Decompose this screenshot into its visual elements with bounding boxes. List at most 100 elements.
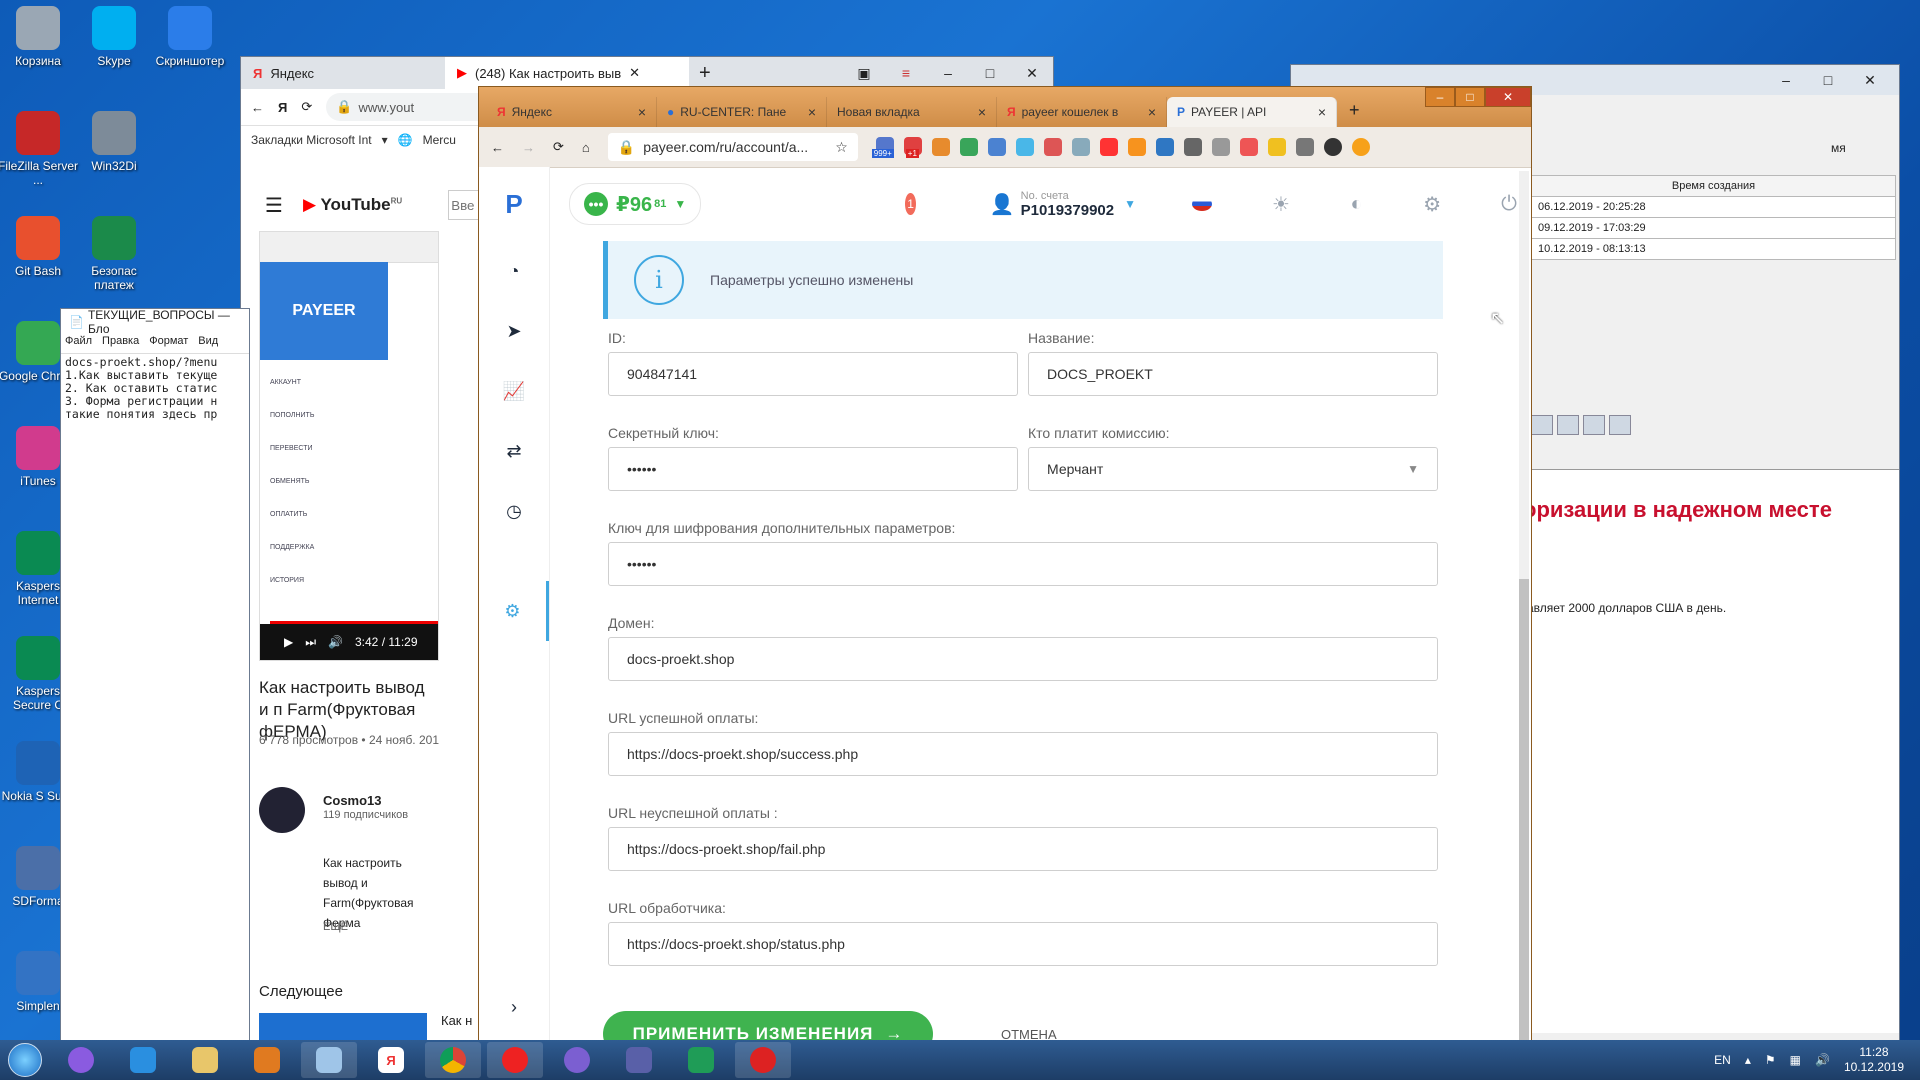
extension-icon[interactable] bbox=[1211, 138, 1230, 156]
taskbar-item[interactable] bbox=[611, 1042, 667, 1078]
maximize-icon[interactable]: □ bbox=[969, 59, 1011, 87]
tab-yandex-2[interactable]: Я Яндекс × bbox=[487, 97, 657, 127]
chart-icon[interactable]: 📈 bbox=[479, 361, 549, 421]
network-icon[interactable]: ▦ bbox=[1790, 1053, 1801, 1067]
new-tab-icon[interactable]: + bbox=[699, 62, 711, 85]
yandex-button-icon[interactable]: Я bbox=[278, 100, 287, 115]
extension-icon[interactable]: ≡ bbox=[885, 59, 927, 87]
alert-icon[interactable] bbox=[1351, 138, 1370, 156]
table-row[interactable]: 10.12.2019 - 08:13:13 bbox=[1531, 238, 1896, 260]
minimize-icon[interactable]: – bbox=[1425, 87, 1455, 107]
more-button[interactable]: ЕЩЁ bbox=[323, 921, 348, 933]
tab-payeer-search[interactable]: Яpayeer кошелек в × bbox=[997, 97, 1167, 127]
tab-ru-center[interactable]: ● RU-CENTER: Пане × bbox=[657, 97, 827, 127]
youtube-logo[interactable]: ▶ YouTubeRU bbox=[303, 195, 402, 215]
balance-widget[interactable]: ••• ₽96 81 ▼ bbox=[569, 183, 702, 225]
extension-icon[interactable] bbox=[1295, 138, 1314, 156]
taskbar-item[interactable] bbox=[735, 1042, 791, 1078]
payeer-browser-window[interactable]: Я Яндекс × ● RU-CENTER: Пане × Новая вкладка… bbox=[478, 86, 1532, 1048]
close-icon[interactable]: ✕ bbox=[1849, 66, 1891, 94]
tab-youtube[interactable]: ▶ (248) Как настроить выв ✕ bbox=[445, 57, 689, 89]
chevron-down-icon[interactable]: ▼ bbox=[1124, 197, 1136, 211]
notepad-menu-item[interactable]: Вид bbox=[198, 335, 218, 353]
start-button[interactable] bbox=[0, 1040, 50, 1080]
flag-tray-icon[interactable]: ⚑ bbox=[1765, 1053, 1776, 1067]
translate-extension-icon[interactable] bbox=[1155, 138, 1174, 156]
volume-icon[interactable]: 🔊 bbox=[1815, 1053, 1830, 1067]
extension-icon[interactable] bbox=[1071, 138, 1090, 156]
cast-icon[interactable]: ▣ bbox=[843, 59, 885, 87]
close-icon[interactable]: ✕ bbox=[1011, 59, 1053, 87]
table-row[interactable]: 09.12.2019 - 17:03:29 bbox=[1531, 217, 1896, 239]
close-tab-icon[interactable]: × bbox=[638, 104, 646, 120]
tab-yandex[interactable]: Я Яндекс bbox=[241, 57, 445, 89]
tray-up-icon[interactable]: ▴ bbox=[1745, 1053, 1751, 1067]
progress-bar[interactable] bbox=[270, 621, 438, 624]
notepad-menu-item[interactable]: Правка bbox=[102, 335, 139, 353]
language-indicator[interactable]: EN bbox=[1714, 1053, 1731, 1067]
close-tab-icon[interactable]: × bbox=[808, 104, 816, 120]
back-icon[interactable]: ← bbox=[491, 140, 504, 155]
maximize-icon[interactable]: □ bbox=[1807, 66, 1849, 94]
next-title[interactable]: Как н bbox=[441, 1013, 472, 1028]
encryption-key-field[interactable]: •••••• bbox=[608, 542, 1438, 586]
pocket-extension-icon[interactable] bbox=[1043, 138, 1062, 156]
dashboard-icon[interactable]: ◔ bbox=[479, 241, 549, 301]
scrollbar-thumb[interactable] bbox=[1519, 579, 1529, 1045]
theme-sun-icon[interactable]: ☀ bbox=[1272, 190, 1290, 218]
success-url-field[interactable]: https://docs-proekt.shop/success.php bbox=[608, 732, 1438, 776]
extension-icon[interactable] bbox=[987, 138, 1006, 156]
handler-url-field[interactable]: https://docs-proekt.shop/status.php bbox=[608, 922, 1438, 966]
expand-chevron-icon[interactable]: › bbox=[479, 977, 549, 1037]
table-row[interactable]: 06.12.2019 - 20:25:28 bbox=[1531, 196, 1896, 218]
close-tab-icon[interactable]: ✕ bbox=[629, 65, 640, 81]
fail-url-field[interactable]: https://docs-proekt.shop/fail.php bbox=[608, 827, 1438, 871]
home-icon[interactable]: ⌂ bbox=[582, 140, 590, 155]
settings-gear-icon[interactable]: ⚙ bbox=[479, 581, 549, 641]
notepad-window[interactable]: 📄 ТЕКУЩИЕ_ВОПРОСЫ — Бло Файл Правка Формат… bbox=[60, 308, 250, 1048]
taskbar-item[interactable] bbox=[239, 1042, 295, 1078]
back-icon[interactable]: ← bbox=[251, 100, 264, 115]
desktop-icon[interactable]: Безопас платеж bbox=[74, 216, 154, 292]
profile-icon[interactable] bbox=[1323, 138, 1342, 156]
reload-icon[interactable]: ⟳ bbox=[553, 139, 564, 155]
notepad-menu-item[interactable]: Файл bbox=[65, 335, 92, 353]
taskbar-item[interactable] bbox=[53, 1042, 109, 1078]
taskbar-item[interactable] bbox=[177, 1042, 233, 1078]
close-tab-icon[interactable]: × bbox=[978, 104, 986, 120]
taskbar-item[interactable] bbox=[115, 1042, 171, 1078]
taskbar-item[interactable]: Я bbox=[363, 1042, 419, 1078]
exchange-icon[interactable]: ⇄ bbox=[479, 421, 549, 481]
cloud-extension-icon[interactable] bbox=[1015, 138, 1034, 156]
tool-icon[interactable] bbox=[1531, 415, 1553, 435]
desktop-icon[interactable]: Git Bash bbox=[0, 216, 78, 278]
id-field[interactable]: 904847141 bbox=[608, 352, 1018, 396]
new-tab-icon[interactable]: + bbox=[1349, 100, 1360, 121]
tab-new[interactable]: Новая вкладка × bbox=[827, 97, 997, 127]
minimize-icon[interactable]: – bbox=[927, 59, 969, 87]
taskbar-item[interactable] bbox=[673, 1042, 729, 1078]
volume-icon[interactable]: 🔊 bbox=[328, 635, 343, 649]
name-field[interactable]: DOCS_PROEKT bbox=[1028, 352, 1438, 396]
reload-icon[interactable]: ⟳ bbox=[301, 99, 312, 115]
bookmark-item[interactable]: Mercu bbox=[423, 133, 456, 147]
bookmark-item[interactable]: Закладки Microsoft Int bbox=[251, 133, 372, 147]
secret-key-field[interactable]: •••••• bbox=[608, 447, 1018, 491]
logout-power-icon[interactable]: ⏻ bbox=[1501, 190, 1517, 218]
extension-icon[interactable] bbox=[1183, 138, 1202, 156]
close-tab-icon[interactable]: × bbox=[1318, 104, 1326, 120]
flag-ru-icon[interactable] bbox=[1192, 190, 1212, 218]
desktop-icon[interactable]: Корзина bbox=[0, 6, 78, 68]
extension-icon[interactable] bbox=[931, 138, 950, 156]
send-icon[interactable]: ➤ bbox=[479, 301, 549, 361]
play-icon[interactable]: ▶ bbox=[284, 635, 293, 649]
notepad-menu-item[interactable]: Формат bbox=[149, 335, 188, 353]
close-tab-icon[interactable]: × bbox=[1148, 104, 1156, 120]
rss-extension-icon[interactable] bbox=[1127, 138, 1146, 156]
taskbar-item[interactable] bbox=[487, 1042, 543, 1078]
desktop-icon[interactable]: Скриншотер bbox=[150, 6, 230, 68]
settings-icon[interactable]: ⚙ bbox=[1423, 190, 1441, 218]
close-icon[interactable]: ✕ bbox=[1485, 87, 1531, 107]
address-bar[interactable]: 🔒 payeer.com/ru/account/a... ☆ bbox=[607, 133, 858, 161]
star-icon[interactable]: ☆ bbox=[835, 139, 848, 156]
